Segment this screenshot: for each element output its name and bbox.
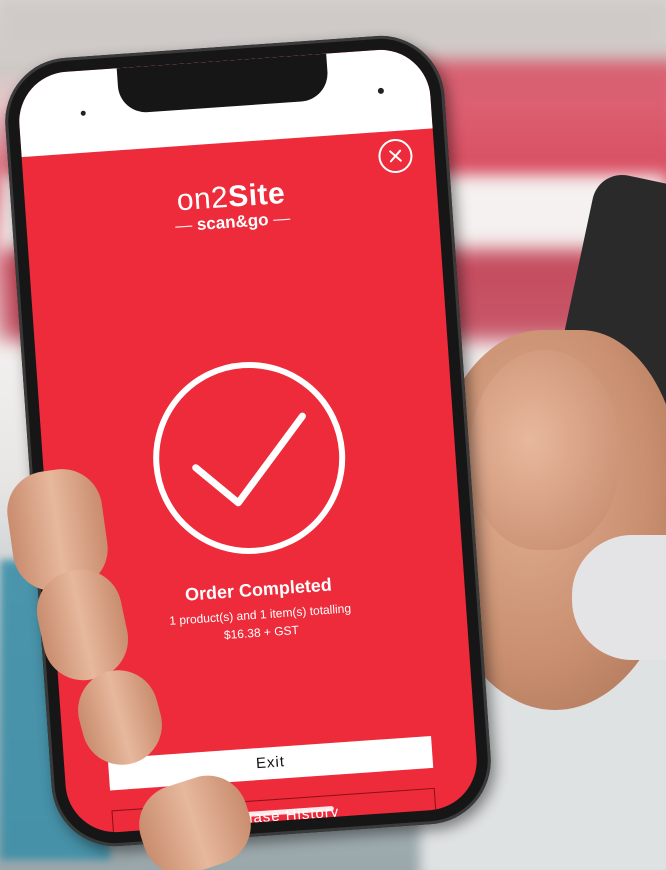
status-indicator	[80, 110, 86, 116]
logo-dash: —	[174, 215, 193, 236]
status-indicator	[377, 87, 385, 95]
smartphone: on2Site — scan&go — Order Completed 1 pr…	[0, 31, 496, 851]
logo-dash: —	[272, 208, 291, 229]
logo-prefix: on2	[175, 180, 230, 218]
logo-tagline: scan&go	[196, 210, 270, 235]
hand-thumb	[470, 350, 620, 550]
close-icon	[389, 149, 402, 163]
photo-scene: on2Site — scan&go — Order Completed 1 pr…	[0, 0, 666, 870]
logo-brand: Site	[227, 176, 287, 214]
app-logo: on2Site — scan&go —	[24, 166, 439, 247]
check-circle-icon	[153, 361, 346, 554]
